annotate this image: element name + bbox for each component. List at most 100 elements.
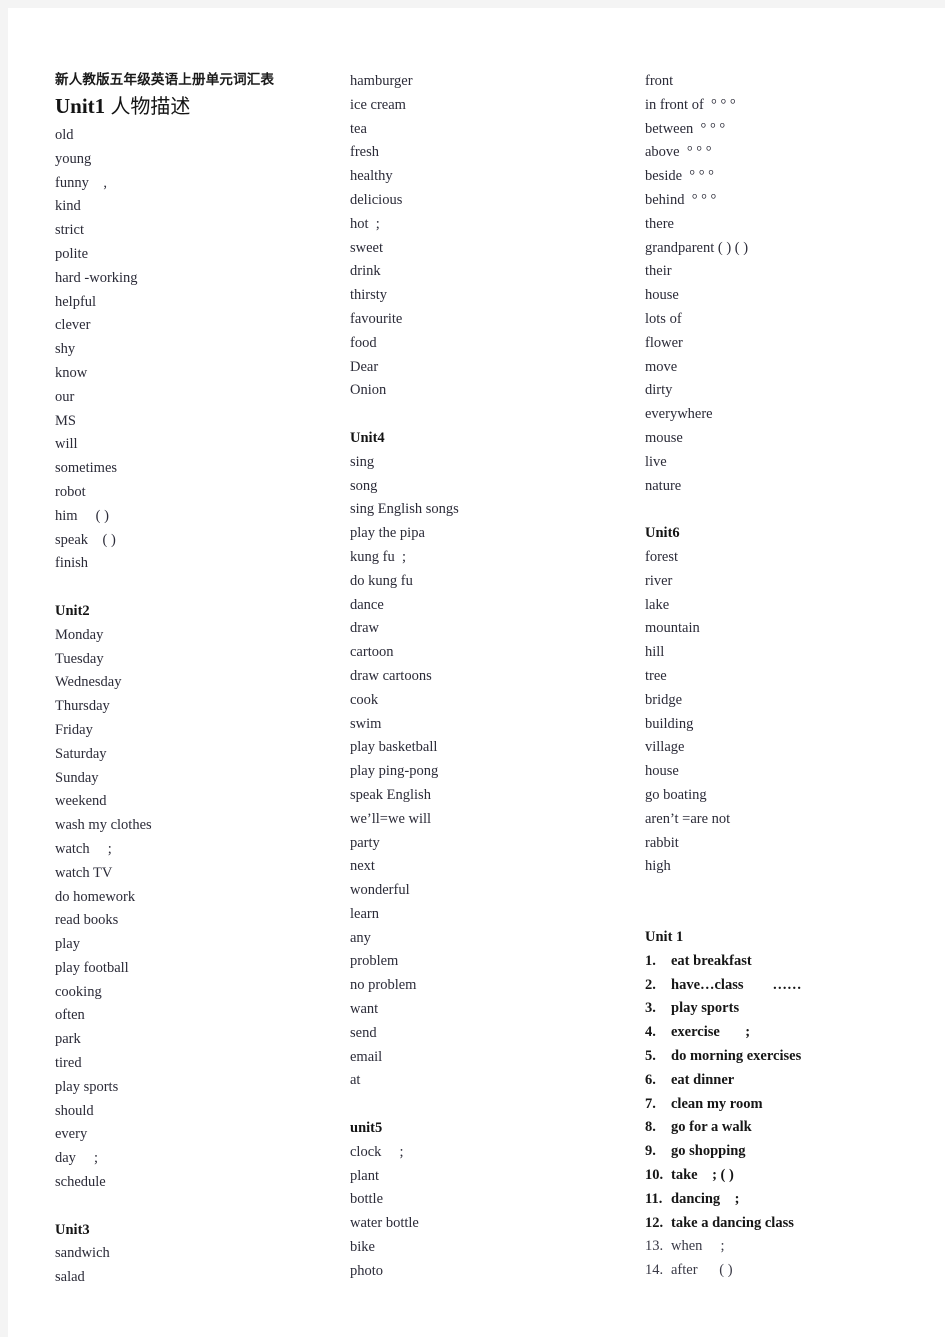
vocabulary-entry: play basketball — [350, 739, 438, 756]
phrase-list-item: 3. play sports — [645, 997, 945, 1021]
vocabulary-entry: swim — [350, 715, 382, 732]
vocabulary-entry: go boating — [645, 786, 707, 803]
vocabulary-entry: tired — [55, 1055, 82, 1072]
vocabulary-entry: speak ( ) — [55, 531, 116, 548]
vocabulary-entry: there — [645, 215, 674, 232]
vocabulary-entry: party — [350, 834, 380, 851]
three-column-layout: 新人教版五年级英语上册单元词汇表 Unit1 人物描述 old young funn… — [55, 70, 945, 1290]
vocabulary-entry: hard -working — [55, 269, 138, 286]
vocabulary-entry: delicious — [350, 191, 403, 208]
phrase-number: 3. — [645, 1000, 656, 1017]
unit-heading: Unit2 — [55, 602, 90, 619]
vocabulary-entry: flower — [645, 334, 683, 351]
vocabulary-entry: should — [55, 1102, 94, 1119]
phrase-list-item: 13. when ; — [645, 1235, 945, 1259]
vocabulary-entry: Tuesday — [55, 650, 104, 667]
phrase-list-item: 12. take a dancing class — [645, 1212, 945, 1236]
phrase-list-item: 7. clean my room — [645, 1093, 945, 1117]
phrase-list-item: 10. take ; ( ) — [645, 1164, 945, 1188]
vocabulary-entry: problem — [350, 953, 399, 970]
vocabulary-entry: draw — [350, 620, 379, 637]
phrase-number: 5. — [645, 1048, 656, 1065]
vocabulary-entry: kind — [55, 198, 81, 215]
vocabulary-entry: live — [645, 453, 667, 470]
vocabulary-entry: cooking — [55, 983, 102, 1000]
vocabulary-entry: next — [350, 858, 375, 875]
vocabulary-entry: mountain — [645, 620, 700, 637]
vocabulary-entry: want — [350, 1001, 379, 1018]
vocabulary-entry: do kung fu — [350, 572, 413, 589]
vocabulary-entry: tree — [645, 667, 667, 684]
column-3-entries: front in front of ° ° ° between ° ° ° above… — [645, 70, 945, 879]
phrase-number: 2. — [645, 976, 656, 993]
phrase-list-spacer — [645, 879, 945, 926]
vocabulary-entry: bridge — [645, 691, 683, 708]
vocabulary-entry: kung fu ; — [350, 548, 406, 565]
vocabulary-entry: water bottle — [350, 1215, 419, 1232]
phrase-list-item: 14. after ( ) — [645, 1259, 945, 1283]
vocabulary-entry: finish — [55, 555, 89, 572]
vocabulary-entry: play football — [55, 959, 129, 976]
vocabulary-entry: their — [645, 263, 672, 280]
phrase-list-item: 4. exercise ; — [645, 1021, 945, 1045]
phrase-number: 6. — [645, 1071, 656, 1088]
vocabulary-entry: sandwich — [55, 1245, 110, 1262]
phrase-text: take a dancing class — [671, 1214, 794, 1231]
vocabulary-entry: clock ; — [350, 1143, 404, 1160]
vocabulary-entry: lake — [645, 596, 670, 613]
vocabulary-entry: him ( ) — [55, 507, 109, 524]
column-1: 新人教版五年级英语上册单元词汇表 Unit1 人物描述 old young funn… — [55, 70, 350, 1290]
vocabulary-entry: we’ll=we will — [350, 810, 432, 827]
vocabulary-entry: salad — [55, 1269, 85, 1286]
vocabulary-entry: Monday — [55, 626, 104, 643]
vocabulary-entry: helpful — [55, 293, 97, 310]
vocabulary-entry: Saturday — [55, 745, 107, 762]
vocabulary-entry: robot — [55, 483, 86, 500]
phrase-text: eat dinner — [671, 1071, 735, 1088]
vocabulary-entry: funny , — [55, 174, 107, 191]
vocabulary-entry: send — [350, 1024, 377, 1041]
vocabulary-entry: healthy — [350, 168, 393, 185]
vocabulary-entry: often — [55, 1007, 85, 1024]
vocabulary-entry: play the pipa — [350, 525, 425, 542]
vocabulary-entry: Friday — [55, 721, 93, 738]
vocabulary-entry: at — [350, 1072, 361, 1089]
phrase-number: 13. — [645, 1238, 664, 1255]
vocabulary-entry: wash my clothes — [55, 817, 152, 834]
vocabulary-entry: forest — [645, 548, 679, 565]
vocabulary-entry: sometimes — [55, 460, 118, 477]
phrase-number: 4. — [645, 1024, 656, 1041]
phrase-text: after ( ) — [671, 1262, 733, 1279]
phrase-number: 10. — [645, 1167, 664, 1184]
vocabulary-entry: rabbit — [645, 834, 679, 851]
phrase-list-heading: Unit 1 — [645, 929, 684, 946]
vocabulary-entry: bike — [350, 1239, 375, 1256]
phrase-list-item: 6. eat dinner — [645, 1069, 945, 1093]
vocabulary-entry: aren’t =are not — [645, 810, 731, 827]
vocabulary-entry: house — [645, 763, 679, 780]
vocabulary-entry: dirty — [645, 382, 673, 399]
unit1-heading-cn: 人物描述 — [110, 96, 191, 118]
vocabulary-entry: young — [55, 150, 92, 167]
vocabulary-entry: draw cartoons — [350, 667, 432, 684]
vocabulary-entry: Dear — [350, 358, 379, 375]
vocabulary-entry: day ; — [55, 1150, 99, 1167]
vocabulary-entry: strict — [55, 222, 84, 239]
vocabulary-entry: wonderful — [350, 882, 410, 899]
phrase-list-item: 5. do morning exercises — [645, 1045, 945, 1069]
vocabulary-entry: village — [645, 739, 685, 756]
vocabulary-entry: no problem — [350, 977, 417, 994]
vocabulary-entry: sing — [350, 453, 375, 470]
vocabulary-entry: ice cream — [350, 96, 406, 113]
phrase-text: go for a walk — [671, 1119, 752, 1136]
vocabulary-entry: MS — [55, 412, 76, 429]
phrase-list-item: 11. dancing ; — [645, 1188, 945, 1212]
vocabulary-entry: lots of — [645, 310, 682, 327]
column-2-entries: hamburger ice cream tea fresh healthy delicio… — [350, 70, 639, 1284]
phrase-number: 11. — [645, 1190, 663, 1207]
vocabulary-entry: shy — [55, 341, 76, 358]
vocabulary-entry: thirsty — [350, 287, 388, 304]
